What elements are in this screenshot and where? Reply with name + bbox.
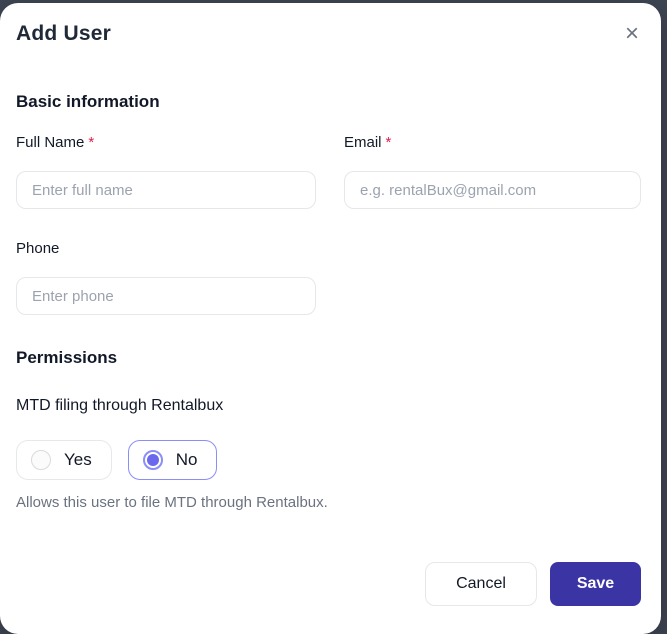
modal-title: Add User — [16, 22, 111, 45]
phone-label: Phone — [16, 240, 60, 257]
add-user-modal: Add User × Basic information Full Name * … — [0, 3, 661, 634]
phone-field-group: Phone — [16, 240, 316, 315]
radio-selected-icon — [142, 450, 163, 470]
radio-option-no-label: No — [175, 450, 198, 469]
modal-footer: Cancel Save — [425, 562, 641, 606]
radio-option-no[interactable]: No — [127, 440, 218, 480]
email-input[interactable] — [344, 171, 641, 209]
mtd-filing-radio-group: Yes No — [16, 440, 641, 480]
full-name-input[interactable] — [16, 171, 316, 209]
cancel-button[interactable]: Cancel — [425, 562, 537, 606]
name-email-row: Full Name* Email* — [16, 134, 641, 209]
email-required-mark: * — [385, 134, 392, 151]
full-name-label-text: Full Name — [16, 134, 85, 151]
full-name-required-mark: * — [88, 134, 95, 151]
permissions-heading: Permissions — [16, 348, 118, 367]
email-label: Email * — [344, 134, 641, 151]
phone-input[interactable] — [16, 277, 316, 315]
radio-option-yes-label: Yes — [64, 450, 92, 469]
mtd-filing-label: MTD filing through Rentalbux — [16, 397, 224, 414]
full-name-field-group: Full Name * — [16, 134, 316, 209]
close-icon[interactable]: × — [625, 22, 639, 46]
email-field-group: Email * — [344, 134, 641, 209]
save-button[interactable]: Save — [550, 562, 641, 606]
email-label-text: Email — [344, 134, 382, 151]
full-name-label: Full Name * — [16, 134, 316, 151]
mtd-filing-help-text: Allows this user to file MTD through Ren… — [16, 494, 328, 511]
basic-information-heading: Basic information — [16, 92, 160, 111]
radio-unselected-icon — [31, 450, 51, 470]
modal-header: Add User × — [16, 3, 641, 46]
radio-option-yes[interactable]: Yes — [16, 440, 112, 480]
